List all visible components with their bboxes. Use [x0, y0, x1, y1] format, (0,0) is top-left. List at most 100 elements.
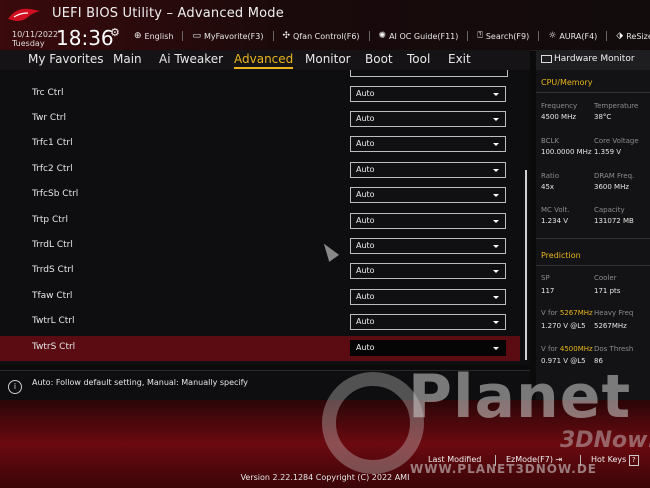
setting-row-twr[interactable]: Twr Ctrl Auto: [0, 107, 520, 132]
tool-search[interactable]: ⍰ Search(F9): [477, 30, 540, 42]
top-bar: UEFI BIOS Utility – Advanced Mode 10/11/…: [0, 0, 650, 51]
heavy-freq-value: 5267MHz: [594, 322, 627, 330]
day-text: Tuesday: [12, 39, 45, 48]
chevron-down-icon: [493, 143, 499, 146]
divider: [536, 92, 650, 93]
v-for-heavy-label: V for 5267MHz: [541, 309, 593, 317]
divider: [580, 455, 581, 466]
select-value: Auto: [356, 266, 375, 275]
v-for-freq: 5267MHz: [559, 309, 593, 317]
tab-tool[interactable]: Tool: [407, 52, 430, 66]
hot-keys-button[interactable]: Hot Keys ?: [591, 455, 639, 466]
setting-select[interactable]: Auto: [350, 111, 506, 127]
setting-select[interactable]: Auto: [350, 213, 506, 229]
ezmode-label: EzMode(F7): [506, 455, 553, 464]
globe-icon: ⊕: [134, 31, 142, 41]
tool-label: Qfan Control(F6): [293, 31, 360, 41]
clock-display: 18:36: [56, 26, 114, 50]
setting-select[interactable]: Auto: [350, 162, 506, 178]
tool-qfan[interactable]: ✣ Qfan Control(F6): [283, 30, 370, 42]
ezmode-button[interactable]: EzMode(F7) ⇥: [506, 455, 562, 464]
tab-advanced[interactable]: Advanced: [234, 52, 294, 69]
tool-label: MyFavorite(F3): [203, 31, 264, 41]
date-text: 10/11/2022: [12, 30, 59, 39]
sp-label: SP: [541, 274, 550, 282]
setting-row-trc[interactable]: Trc Ctrl Auto: [0, 82, 520, 107]
hardware-monitor-title: Hardware Monitor: [554, 54, 635, 64]
setting-label: Trfc2 Ctrl: [32, 164, 73, 174]
ratio-label: Ratio: [541, 172, 559, 180]
section-prediction: Prediction: [541, 251, 581, 260]
sp-value: 117: [541, 287, 555, 295]
question-icon: ?: [628, 455, 639, 466]
setting-select[interactable]: Auto: [350, 238, 506, 254]
select-value: Auto: [356, 317, 375, 326]
tab-my-favorites[interactable]: My Favorites: [28, 52, 103, 66]
setting-label: Trtp Ctrl: [32, 215, 68, 225]
heavy-freq-label: Heavy Freq: [594, 309, 634, 317]
tab-main[interactable]: Main: [113, 52, 142, 66]
tool-ai-oc-guide[interactable]: ✺ AI OC Guide(F11): [379, 30, 469, 42]
tool-myfavorite[interactable]: ▭ MyFavorite(F3): [192, 30, 274, 42]
setting-row-twtrs[interactable]: TwtrS Ctrl Auto: [0, 336, 520, 361]
tool-resize-bar[interactable]: ⬗ReSize BAR: [616, 30, 650, 42]
ratio-value: 45x: [541, 183, 555, 191]
tab-monitor[interactable]: Monitor: [305, 52, 351, 66]
date-display: 10/11/2022 Tuesday: [12, 30, 58, 48]
tool-label: ReSize BAR: [626, 31, 650, 41]
setting-row-trrdl[interactable]: TrrdL Ctrl Auto: [0, 234, 520, 259]
setting-label: TwtrS Ctrl: [32, 342, 76, 352]
divider: [495, 455, 496, 466]
aura-icon: ☼: [548, 31, 557, 41]
tool-language[interactable]: ⊕ English: [134, 30, 184, 42]
chevron-down-icon: [493, 93, 499, 96]
tab-exit[interactable]: Exit: [448, 52, 471, 66]
dram-freq-value: 3600 MHz: [594, 183, 630, 191]
settings-panel: Trc Ctrl Auto Twr Ctrl Auto Trfc1 Ctrl Auto…: [0, 70, 530, 365]
tool-aura[interactable]: ☼ AURA(F4): [548, 30, 608, 42]
chevron-down-icon: [493, 194, 499, 197]
setting-label: Trfc1 Ctrl: [32, 138, 73, 148]
v-for-freq: 4500MHz: [559, 345, 593, 353]
scrollbar[interactable]: [525, 170, 527, 360]
setting-select[interactable]: Auto: [350, 263, 506, 279]
v-for-prefix: V for: [541, 345, 560, 353]
setting-label: Trc Ctrl: [32, 88, 64, 98]
setting-row-trtp[interactable]: Trtp Ctrl Auto: [0, 209, 520, 234]
last-modified-button[interactable]: Last Modified: [428, 455, 481, 464]
v-for-prefix: V for: [541, 309, 560, 317]
tab-boot[interactable]: Boot: [365, 52, 393, 66]
setting-row-trfc1[interactable]: Trfc1 Ctrl Auto: [0, 132, 520, 157]
select-value: Auto: [356, 165, 375, 174]
tool-label: English: [144, 31, 174, 41]
cooler-label: Cooler: [594, 274, 617, 282]
setting-select[interactable]: Auto: [350, 314, 506, 330]
tool-label: Search(F9): [485, 31, 530, 41]
setting-row-trfcsb[interactable]: TrfcSb Ctrl Auto: [0, 183, 520, 208]
divider: [467, 31, 469, 41]
setting-select[interactable]: Auto: [350, 340, 506, 356]
setting-row-trrds[interactable]: TrrdS Ctrl Auto: [0, 259, 520, 284]
select-value: Auto: [356, 216, 375, 225]
search-icon: ⍰: [477, 31, 483, 41]
gear-icon[interactable]: ⚙: [110, 26, 120, 39]
tab-ai-tweaker[interactable]: Ai Tweaker: [159, 52, 223, 66]
bclk-value: 100.0000 MHz: [541, 148, 592, 156]
chevron-down-icon: [493, 270, 499, 273]
select-value: Auto: [356, 292, 375, 301]
select-value: Auto: [356, 190, 375, 199]
setting-label: TrfcSb Ctrl: [32, 189, 79, 199]
help-text: Auto: Follow default setting, Manual: Ma…: [32, 378, 249, 387]
setting-row-tfaw[interactable]: Tfaw Ctrl Auto: [0, 285, 520, 310]
temperature-label: Temperature: [594, 102, 639, 110]
setting-row-trfc2[interactable]: Trfc2 Ctrl Auto: [0, 158, 520, 183]
divider: [538, 31, 540, 41]
setting-row-twtrl[interactable]: TwtrL Ctrl Auto: [0, 310, 520, 335]
setting-label: TrrdS Ctrl: [32, 265, 74, 275]
setting-select[interactable]: Auto: [350, 289, 506, 305]
core-voltage-label: Core Voltage: [594, 137, 639, 145]
setting-select[interactable]: Auto: [350, 187, 506, 203]
setting-select[interactable]: Auto: [350, 86, 506, 102]
chevron-down-icon: [493, 118, 499, 121]
setting-select[interactable]: Auto: [350, 136, 506, 152]
